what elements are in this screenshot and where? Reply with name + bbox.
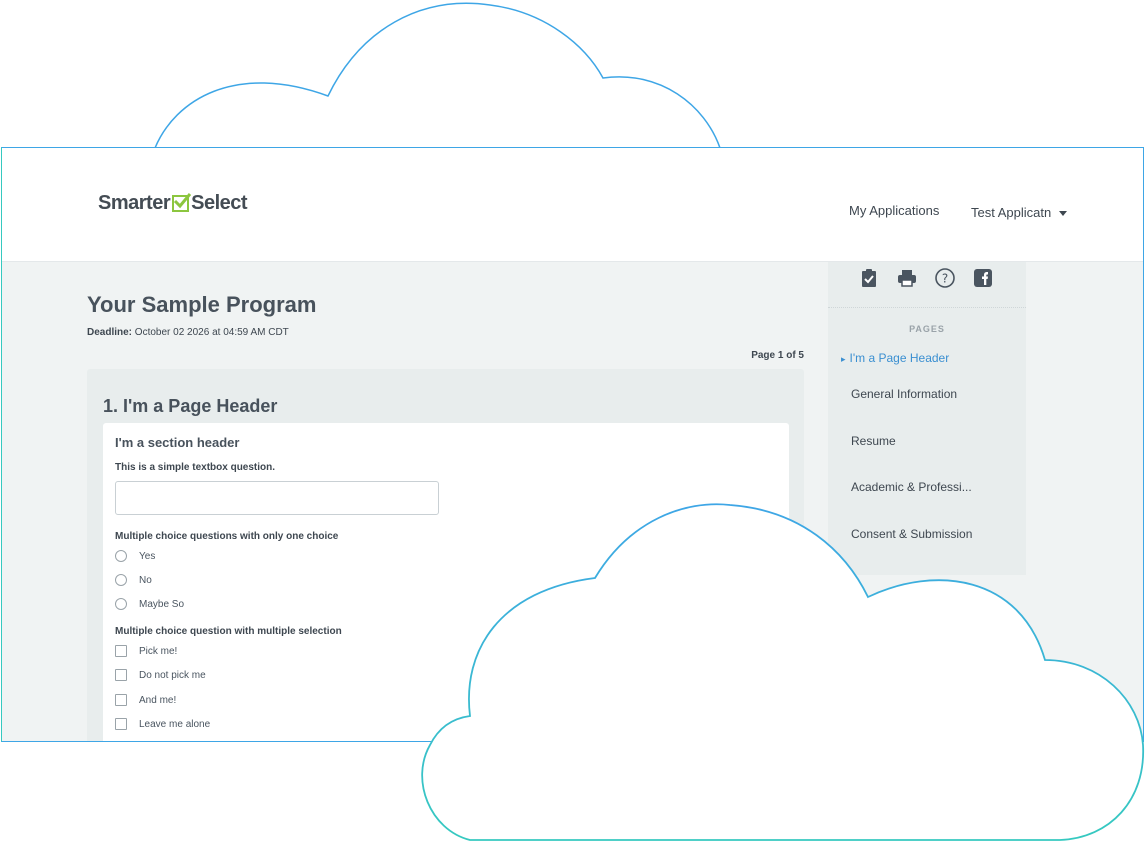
cloud-illustration-bottom	[421, 503, 1144, 841]
